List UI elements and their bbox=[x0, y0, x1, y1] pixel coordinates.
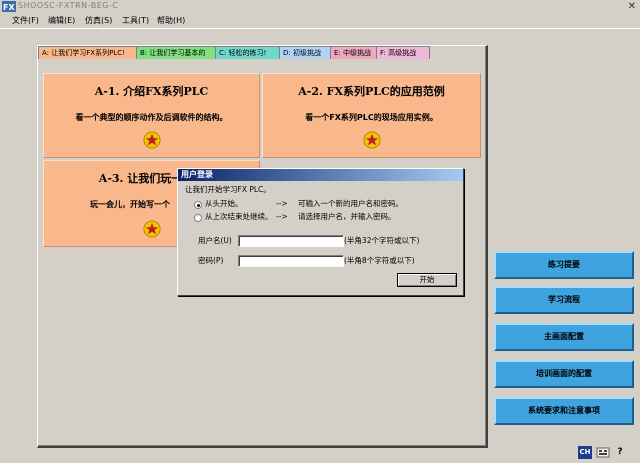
card-a2[interactable]: A-2. FX系列PLC的应用范例 看一个FX系列PLC的现场应用实例。 bbox=[262, 73, 481, 158]
ime-indicator[interactable]: CH bbox=[578, 446, 592, 459]
card-a1[interactable]: A-1. 介绍FX系列PLC 看一个典型的顺序动作及后调软件的结构。 bbox=[43, 73, 260, 158]
close-icon[interactable]: ✕ bbox=[628, 0, 636, 13]
dialog-title: 用户登录 bbox=[178, 169, 463, 181]
main-screen-config-button[interactable]: 主画面配置 bbox=[494, 323, 634, 351]
menu-file[interactable]: 文件(F) bbox=[10, 15, 41, 27]
menu-edit[interactable]: 编辑(E) bbox=[46, 15, 77, 27]
tab-d[interactable]: D: 初级挑战 bbox=[279, 46, 334, 59]
option2-hint: 请选择用户名，并输入密码。 bbox=[298, 212, 396, 221]
tab-c[interactable]: C: 轻松的练习! bbox=[215, 46, 283, 59]
radio-continue[interactable] bbox=[194, 214, 202, 222]
option1-label[interactable]: 从头开始。 bbox=[205, 199, 243, 209]
username-label: 用户名(U) bbox=[198, 236, 232, 245]
card-title: A-1. 介绍FX系列PLC bbox=[94, 85, 209, 98]
start-button[interactable]: 开始 bbox=[397, 273, 457, 287]
card-desc: 看一个典型的顺序动作及后调软件的结构。 bbox=[75, 113, 228, 122]
option1-hint: 可输入一个新的用户名和密码。 bbox=[298, 199, 403, 208]
learning-flow-button[interactable]: 学习流程 bbox=[494, 286, 634, 314]
ime-pad-icon[interactable] bbox=[596, 446, 610, 459]
password-input[interactable] bbox=[238, 255, 344, 267]
option2-arrow: --> bbox=[276, 212, 288, 221]
tab-e[interactable]: E: 中级挑战 bbox=[330, 46, 380, 59]
password-label: 密码(P) bbox=[198, 256, 224, 265]
menu-help[interactable]: 帮助(H) bbox=[155, 15, 187, 27]
card-desc: 看一个FX系列PLC的现场应用实例。 bbox=[305, 113, 438, 122]
star-icon[interactable] bbox=[142, 220, 161, 238]
tab-b[interactable]: B: 让我们学习基本的 bbox=[136, 46, 221, 59]
star-icon[interactable] bbox=[142, 131, 161, 149]
tab-f[interactable]: F: 高级挑战 bbox=[376, 46, 430, 59]
option2-label[interactable]: 从上次结束处继续。 bbox=[205, 212, 273, 222]
menu-simulate[interactable]: 仿真(S) bbox=[83, 15, 114, 27]
tab-a[interactable]: A: 让我们学习FX系列PLC! bbox=[38, 46, 138, 59]
password-hint: (半角8个字符或以下) bbox=[344, 256, 415, 265]
menu-bar: 文件(F) 编辑(E) 仿真(S) 工具(T) 帮助(H) bbox=[0, 14, 640, 29]
svg-text:FX: FX bbox=[3, 3, 15, 12]
practice-summary-button[interactable]: 练习提要 bbox=[494, 251, 634, 279]
title-bar: FX SHOOSC-FXTRN-BEG-C ✕ bbox=[0, 0, 640, 15]
username-input[interactable] bbox=[238, 235, 344, 247]
window-title: SHOOSC-FXTRN-BEG-C bbox=[18, 1, 119, 10]
dialog-intro: 让我们开始学习FX PLC。 bbox=[185, 185, 271, 194]
menu-tools[interactable]: 工具(T) bbox=[120, 15, 151, 27]
card-title: A-2. FX系列PLC的应用范例 bbox=[298, 85, 445, 98]
help-icon[interactable]: ? bbox=[614, 446, 626, 459]
system-requirements-button[interactable]: 系统要求和注意事项 bbox=[494, 397, 634, 425]
app-icon: FX bbox=[2, 1, 16, 12]
star-icon[interactable] bbox=[362, 131, 381, 149]
username-hint: (半角32个字符或以下) bbox=[344, 236, 420, 245]
radio-start-new[interactable] bbox=[194, 201, 202, 209]
option1-arrow: --> bbox=[276, 199, 288, 208]
training-screen-config-button[interactable]: 培训画面的配置 bbox=[494, 360, 634, 388]
